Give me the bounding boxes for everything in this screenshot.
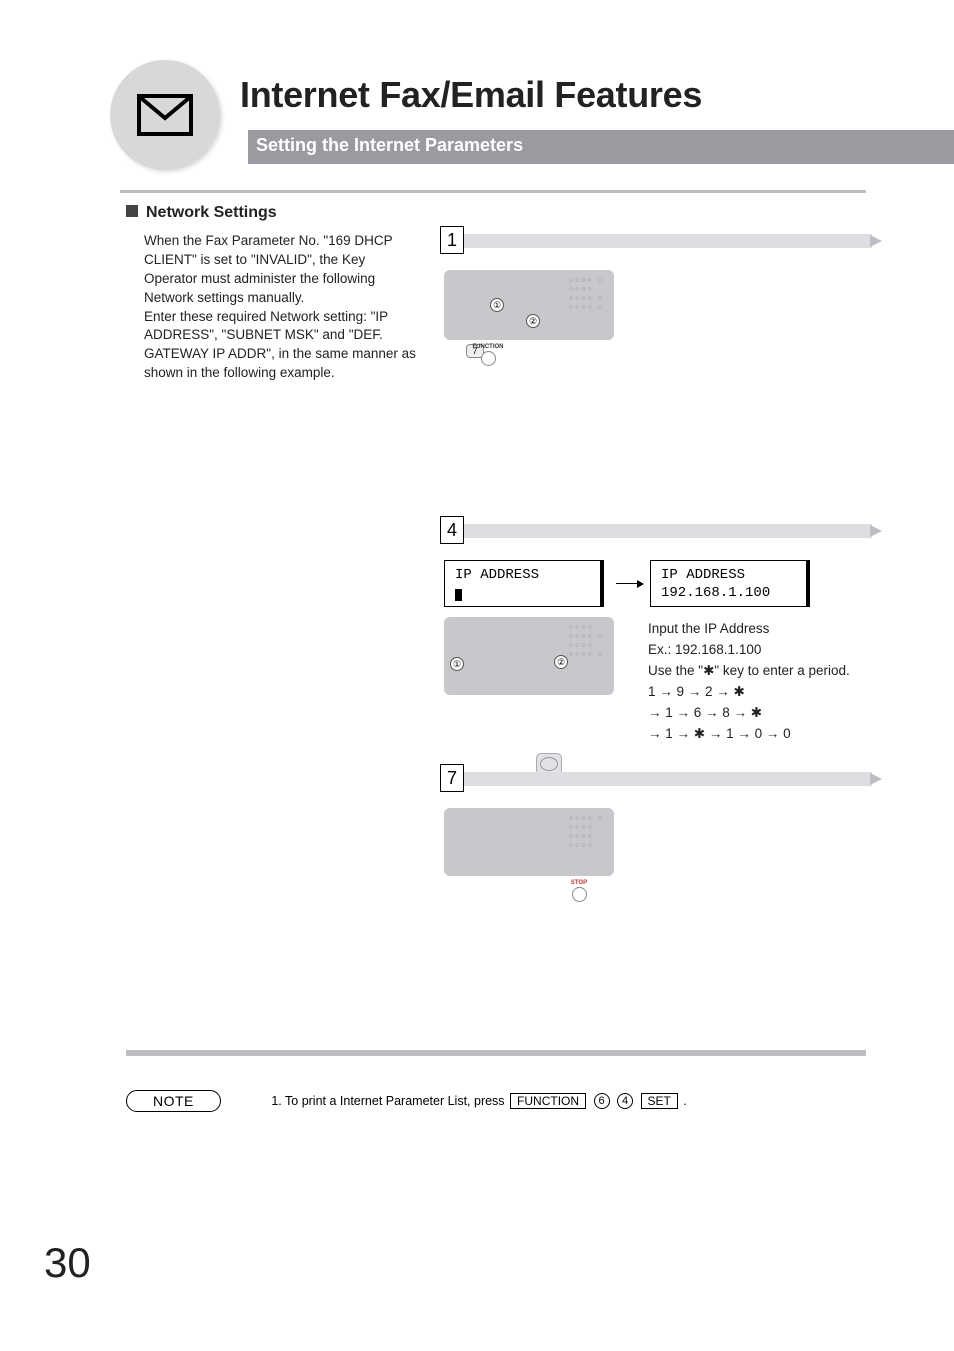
stop-key-icon: STOP — [564, 880, 594, 902]
step-number: 1 — [440, 226, 464, 254]
instr-line: " key to enter a period. — [714, 663, 849, 678]
star-icon: ✱ — [703, 663, 714, 678]
step-arrow-bar — [462, 234, 872, 248]
set-key-label: SET — [641, 1093, 678, 1109]
lcd-text: IP ADDRESS — [661, 567, 745, 583]
circled-2-icon: ② — [526, 314, 540, 328]
control-panel-graphic: ○○○○ ○○○○○○○○○ ○○○○○ ○ ① ② FUNCTION 7 — [444, 270, 872, 358]
function-key-icon: FUNCTION — [466, 344, 510, 367]
note-text-pre: 1. To print a Internet Parameter List, p… — [271, 1094, 504, 1108]
page-number: 30 — [44, 1239, 91, 1287]
keypad-icon: ○○○○ ○○○○○○○○○ ○○○○○ ○ ① ② — [444, 270, 614, 340]
function-key-label: FUNCTION — [510, 1093, 586, 1109]
circled-2-icon: ② — [554, 655, 568, 669]
header-separator — [120, 190, 866, 193]
subtitle-bar: Setting the Internet Parameters — [248, 130, 954, 164]
note-text: 1. To print a Internet Parameter List, p… — [271, 1093, 686, 1110]
circled-1-icon: ① — [490, 298, 504, 312]
instr-line: Use the " — [648, 663, 703, 678]
instr-line: 1 → 9 → 2 → ✱ — [648, 684, 745, 699]
lcd-display-right: IP ADDRESS 192.168.1.100 — [650, 560, 810, 607]
step-4: 4 IP ADDRESS IP ADDRESS 192.168.1.100 ○○… — [440, 524, 872, 775]
note-text-post: . — [683, 1094, 686, 1108]
arrow-right-icon — [616, 583, 638, 584]
lcd-text: 192.168.1.100 — [661, 585, 770, 601]
lcd-display-left: IP ADDRESS — [444, 560, 604, 607]
step-7: 7 ○○○○ ○○○○○○○○○○○○○ STOP — [440, 772, 872, 903]
keypad-icon: ○○○○ ○○○○○○○○○○○○○ — [444, 808, 614, 876]
page-title: Internet Fax/Email Features — [240, 60, 954, 116]
control-panel-graphic: ○○○○ ○○○○○○○○○○○○○ STOP — [444, 808, 872, 902]
circled-4-icon: 4 — [617, 1093, 633, 1109]
page-header: Internet Fax/Email Features — [110, 60, 954, 116]
step-arrow-bar — [462, 772, 872, 786]
instr-line: Ex.: 192.168.1.100 — [648, 642, 761, 657]
step-number: 4 — [440, 516, 464, 544]
lcd-text: IP ADDRESS — [455, 567, 539, 583]
instr-line: → 1 → 6 → 8 → ✱ — [648, 705, 762, 720]
keypad-icon: ○○○○○○○○ ○○○○○○○○○ ○ ① ② — [444, 617, 614, 695]
step-1: 1 ○○○○ ○○○○○○○○○ ○○○○○ ○ ① ② FUNCTION 7 — [440, 234, 872, 358]
instr-line: Input the IP Address — [648, 621, 769, 636]
note-label: NOTE — [126, 1090, 221, 1112]
step-number: 7 — [440, 764, 464, 792]
note-separator — [126, 1050, 866, 1056]
instr-line: → 1 → ✱ → 1 → 0 → 0 — [648, 726, 791, 741]
circled-6-icon: 6 — [594, 1093, 610, 1109]
circled-1-icon: ① — [450, 657, 464, 671]
instruction-text: Input the IP Address Ex.: 192.168.1.100 … — [648, 619, 850, 745]
intro-paragraph: When the Fax Parameter No. "169 DHCP CLI… — [144, 232, 420, 383]
note-section: NOTE 1. To print a Internet Parameter Li… — [126, 1090, 866, 1112]
section-heading: Network Settings — [126, 204, 277, 222]
envelope-icon — [110, 60, 220, 170]
cursor-icon — [455, 589, 462, 601]
step-arrow-bar — [462, 524, 872, 538]
